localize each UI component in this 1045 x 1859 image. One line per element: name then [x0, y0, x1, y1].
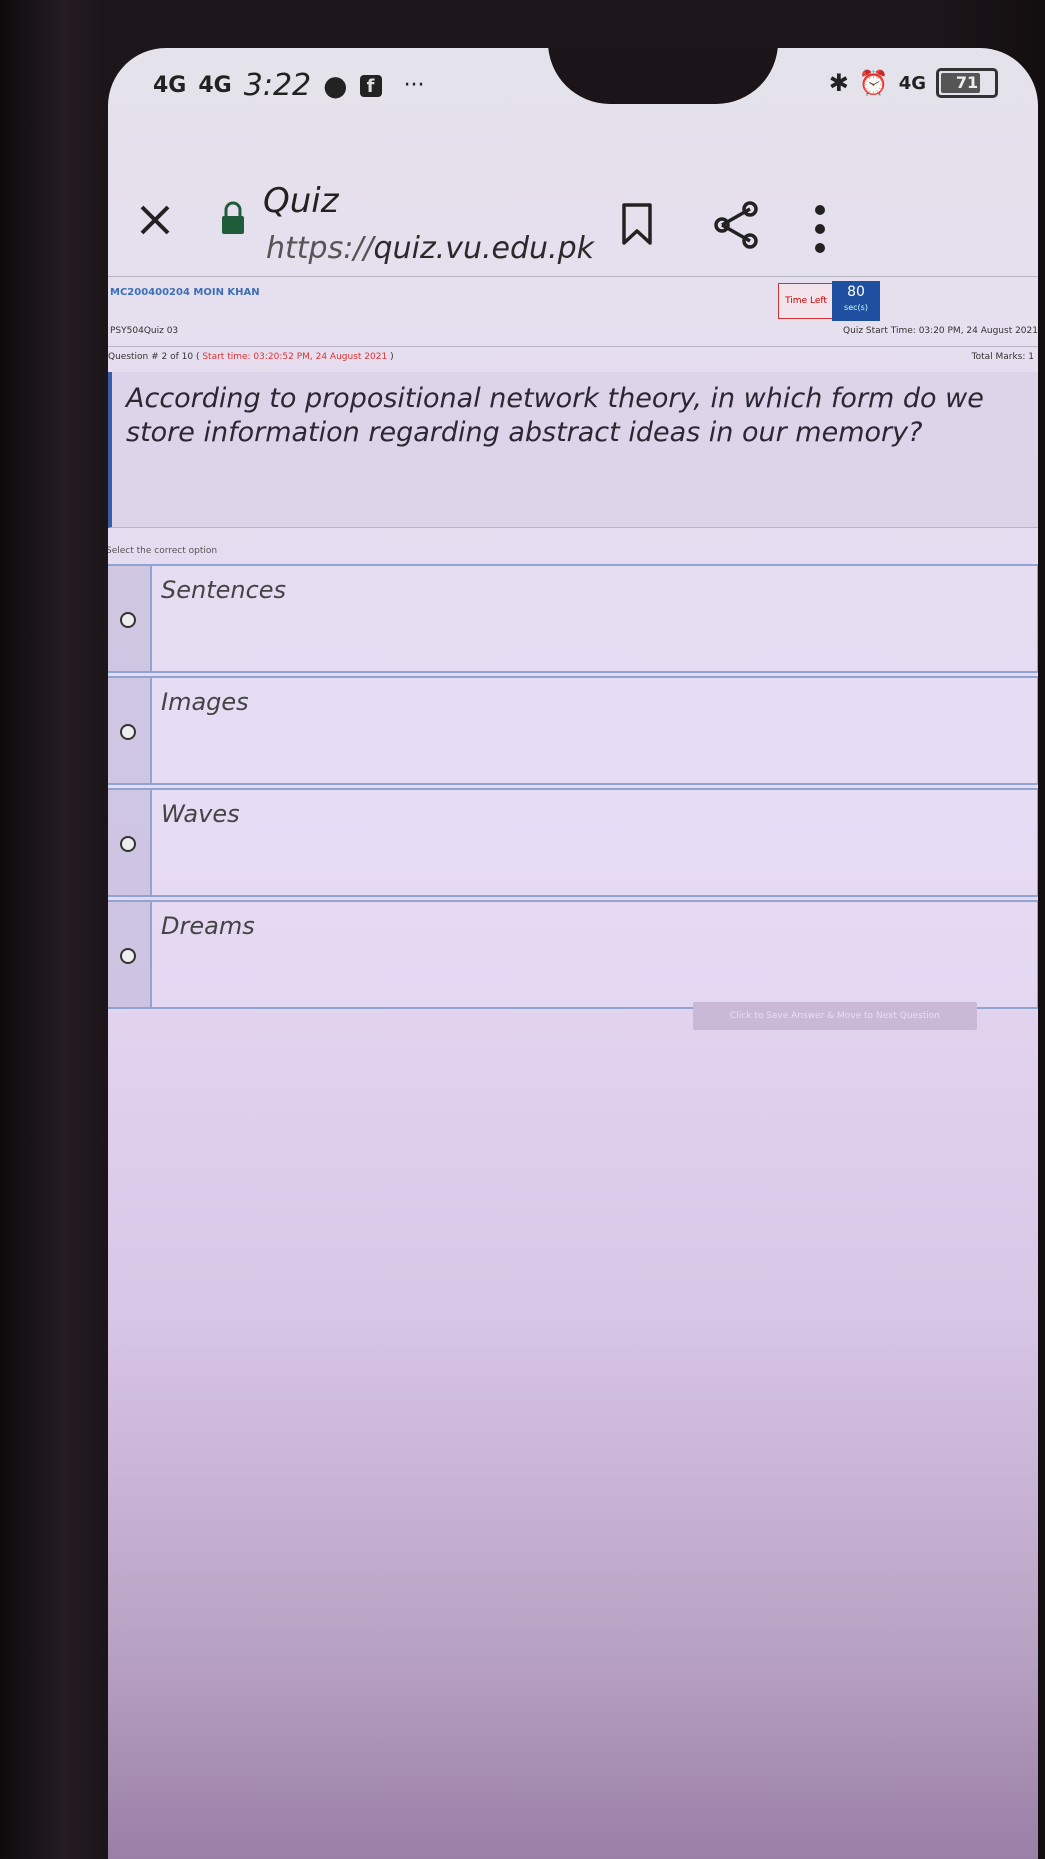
page-title: Quiz — [263, 181, 339, 221]
browser-toolbar: Quiz https://quiz.vu.edu.pk — [108, 143, 1038, 273]
battery-icon: 71 — [936, 68, 998, 98]
phone-screen: 4G 4G 3:22 ● f ··· ✱ ⏰ 4G 71 Quiz https:… — [108, 48, 1038, 1859]
overflow-menu-icon[interactable] — [813, 203, 827, 255]
battery-level: 71 — [955, 73, 979, 92]
message-icon: ● — [323, 69, 348, 102]
question-box: According to propositional network theor… — [108, 372, 1038, 528]
alarm-icon: ⏰ — [858, 69, 889, 97]
status-bar: 4G 4G 3:22 ● f ··· ✱ ⏰ 4G 71 — [108, 48, 1038, 128]
option-label: Waves — [161, 800, 240, 828]
select-option-label: Select the correct option — [108, 546, 218, 556]
close-icon[interactable] — [130, 195, 180, 245]
radio-button[interactable] — [120, 724, 136, 740]
save-next-button[interactable]: Click to Save Answer & Move to Next Ques… — [693, 1002, 977, 1030]
time-left-unit: sec(s) — [844, 303, 868, 312]
more-notifications: ··· — [403, 73, 425, 98]
radio-button[interactable] — [120, 612, 136, 628]
lock-icon — [222, 201, 244, 234]
question-meta: Question # 2 of 10 ( Start time: 03:20:5… — [108, 352, 1038, 372]
option-label: Sentences — [161, 576, 287, 604]
course-quiz-name: PSY504Quiz 03 — [110, 326, 179, 336]
option-label: Dreams — [161, 912, 255, 940]
quiz-start-time: Quiz Start Time: 03:20 PM, 24 August 202… — [843, 326, 1038, 336]
radio-button[interactable] — [120, 836, 136, 852]
quiz-start-value: 03:20 PM, 24 August 2021 — [918, 326, 1038, 336]
radio-button[interactable] — [120, 948, 136, 964]
url-protocol: https:// — [266, 231, 374, 266]
signal-indicator-1: 4G — [153, 72, 187, 98]
answer-option[interactable]: Dreams — [108, 900, 1038, 1009]
answer-options: Sentences Images Waves Dreams — [108, 564, 1038, 1012]
bluetooth-icon: ✱ — [828, 69, 849, 97]
url-host: quiz.vu.edu.pk — [373, 231, 594, 266]
option-label: Images — [161, 688, 249, 716]
time-left-label: Time Left — [778, 283, 834, 319]
answer-option[interactable]: Sentences — [108, 564, 1038, 673]
time-left-counter: 80 sec(s) — [832, 281, 880, 321]
share-icon[interactable] — [708, 197, 764, 253]
bookmark-icon[interactable] — [618, 201, 656, 247]
quiz-header-bottom: PSY504Quiz 03 Quiz Start Time: 03:20 PM,… — [108, 318, 1038, 347]
signal-indicator-2: 4G — [198, 72, 232, 98]
question-start-time: Start time: 03:20:52 PM, 24 August 2021 — [202, 352, 388, 362]
quiz-start-label: Quiz Start Time: — [843, 326, 916, 336]
question-meta-close: ) — [390, 352, 394, 362]
question-number: Question # 2 of 10 ( — [108, 352, 200, 362]
network-indicator: 4G — [898, 72, 926, 94]
facebook-icon: f — [359, 74, 382, 97]
question-text: According to propositional network theor… — [126, 383, 984, 448]
answer-option[interactable]: Waves — [108, 788, 1038, 897]
answer-option[interactable]: Images — [108, 676, 1038, 785]
quiz-header-top: MC200400204 MOIN KHAN Time Left 80 sec(s… — [108, 276, 1038, 321]
url-text[interactable]: https://quiz.vu.edu.pk — [266, 231, 594, 266]
student-id-name: MC200400204 MOIN KHAN — [110, 287, 260, 298]
time-left-value: 80 — [847, 284, 865, 300]
clock: 3:22 — [243, 68, 312, 103]
total-marks: Total Marks: 1 — [971, 352, 1034, 362]
